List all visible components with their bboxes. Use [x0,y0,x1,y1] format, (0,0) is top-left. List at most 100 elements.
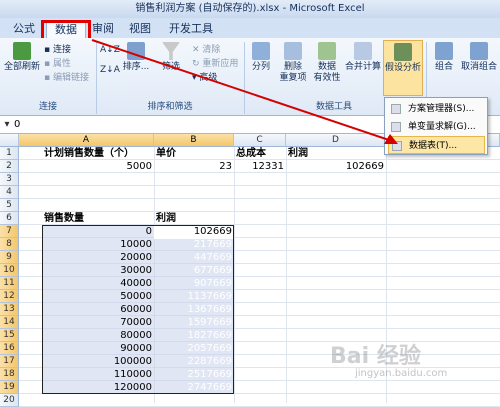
row-header[interactable]: 18 [0,368,19,381]
cell-b9[interactable]: 447669 [154,251,234,264]
fx-icon[interactable]: ▾ [0,118,14,132]
sort-desc-button[interactable]: Z↓A [100,64,120,76]
data-validation-button[interactable]: 数据 有效性 [312,42,342,84]
cell-b2[interactable]: 23 [154,160,234,173]
row-header[interactable]: 20 [0,394,19,407]
cell-b7[interactable]: 102669 [154,225,234,238]
row-header[interactable]: 9 [0,251,19,264]
consolidate-icon [354,42,372,60]
filter-button[interactable]: 筛选 [156,42,186,73]
row-header[interactable]: 15 [0,329,19,342]
select-all-corner[interactable] [0,134,19,147]
cell-a11[interactable]: 40000 [42,277,154,290]
menu-item-goal-seek[interactable]: 单变量求解(G)... [388,118,485,136]
menu-item-scenario-manager[interactable]: 方案管理器(S)... [388,100,485,118]
cell-b8[interactable]: 217669 [154,238,234,251]
goal-seek-icon [391,122,401,132]
tab-formulas[interactable]: 公式 [8,20,40,38]
properties-button[interactable]: ▪ 属性 [44,58,71,70]
cell-b1[interactable]: 单价 [154,147,234,160]
menu-item-data-table[interactable]: 数据表(T)... [388,136,485,154]
refresh-all-button[interactable]: 全部刷新 [4,42,40,73]
cell-b14[interactable]: 1597669 [154,316,234,329]
cell-b17[interactable]: 2287669 [154,355,234,368]
cell-a14[interactable]: 70000 [42,316,154,329]
cell-a12[interactable]: 50000 [42,290,154,303]
row-header[interactable]: 16 [0,342,19,355]
row-header[interactable]: 19 [0,381,19,394]
connections-button[interactable]: ▪ 连接 [44,44,71,56]
cell-b16[interactable]: 2057669 [154,342,234,355]
refresh-icon [13,42,31,60]
cell-a6[interactable]: 销售数量 [42,212,154,225]
window-title: 销售利润方案 (自动保存的).xlsx - Microsoft Excel [0,0,500,18]
clear-filter-button[interactable]: ✕ 清除 [192,44,220,56]
cell-a7[interactable]: 0 [42,225,154,238]
cell-b18[interactable]: 2517669 [154,368,234,381]
sort-icon [127,42,145,60]
cell-a8[interactable]: 10000 [42,238,154,251]
remove-duplicates-button[interactable]: 删除 重复项 [278,42,308,84]
text-to-columns-button[interactable]: 分列 [248,42,274,73]
worksheet-grid[interactable]: A B C D 1 2 3 4 5 6 7 8 9 10 11 12 13 14 15 16 17 18 19 20 … [0,134,500,407]
validation-icon [318,42,336,60]
cell-a16[interactable]: 90000 [42,342,154,355]
funnel-icon [162,42,180,60]
tab-developer[interactable]: 开发工具 [166,20,216,38]
cell-c1[interactable]: 总成本 [234,147,286,160]
what-if-analysis-button[interactable]: 假设分析 [383,40,423,96]
row-header[interactable]: 7 [0,225,19,238]
edit-links-button[interactable]: ▪ 编辑链接 [44,72,89,84]
row-header[interactable]: 17 [0,355,19,368]
ungroup-button[interactable]: 取消组合 [460,42,498,73]
consolidate-button[interactable]: 合并计算 [344,42,382,73]
row-header[interactable]: 8 [0,238,19,251]
sort-asc-button[interactable]: A↓Z [100,44,120,56]
what-if-icon [394,43,412,61]
cell-b10[interactable]: 677669 [154,264,234,277]
cell-a15[interactable]: 80000 [42,329,154,342]
cell-a1[interactable]: 计划销售数量（个） [42,147,154,160]
cell-b6[interactable]: 利润 [154,212,234,225]
row-header[interactable]: 14 [0,316,19,329]
what-if-dropdown-menu: 方案管理器(S)... 单变量求解(G)... 数据表(T)... [384,97,488,155]
group-icon [435,42,453,60]
tab-view[interactable]: 视图 [124,20,156,38]
cell-c2[interactable]: 12331 [234,160,286,173]
cell-d1[interactable]: 利润 [286,147,386,160]
row-header[interactable]: 3 [0,173,19,186]
cell-a2[interactable]: 5000 [42,160,154,173]
row-header[interactable]: 5 [0,199,19,212]
row-header[interactable]: 11 [0,277,19,290]
cell-b19[interactable]: 2747669 [154,381,234,394]
row-header[interactable]: 10 [0,264,19,277]
cell-b11[interactable]: 907669 [154,277,234,290]
cell-a13[interactable]: 60000 [42,303,154,316]
group-button[interactable]: 组合 [430,42,458,73]
advanced-filter-button[interactable]: ▾ 高级 [192,72,217,84]
row-header[interactable]: 2 [0,160,19,173]
sort-button[interactable]: 排序... [122,42,150,73]
cell-d2[interactable]: 102669 [286,160,386,173]
column-header-a[interactable]: A [19,134,154,147]
row-header[interactable]: 1 [0,147,19,160]
formula-input[interactable]: 0 [14,118,20,132]
cell-b15[interactable]: 1827669 [154,329,234,342]
row-header[interactable]: 12 [0,290,19,303]
reapply-button[interactable]: ↻ 重新应用 [192,58,238,70]
cell-b13[interactable]: 1367669 [154,303,234,316]
row-header[interactable]: 4 [0,186,19,199]
cell-a9[interactable]: 20000 [42,251,154,264]
group-label-connections: 连接 [38,102,57,112]
cell-a19[interactable]: 120000 [42,381,154,394]
column-header-b[interactable]: B [154,134,234,147]
row-header[interactable]: 13 [0,303,19,316]
tab-review[interactable]: 审阅 [88,20,118,38]
cell-a10[interactable]: 30000 [42,264,154,277]
cell-a18[interactable]: 110000 [42,368,154,381]
row-header[interactable]: 6 [0,212,19,225]
column-header-d[interactable]: D [286,134,386,147]
cell-b12[interactable]: 1137669 [154,290,234,303]
column-header-c[interactable]: C [234,134,286,147]
cell-a17[interactable]: 100000 [42,355,154,368]
